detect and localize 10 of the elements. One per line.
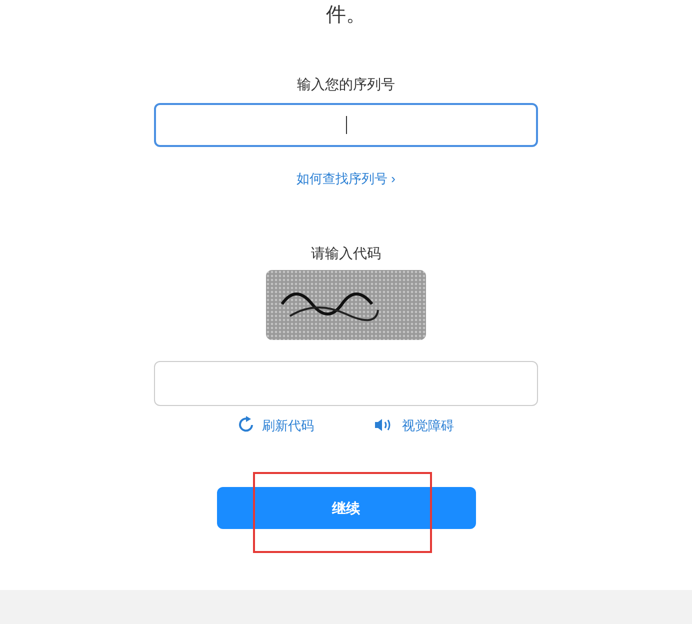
serial-input-field[interactable] <box>154 103 538 147</box>
code-label: 请输入代码 <box>311 244 381 262</box>
code-input-field[interactable] <box>154 360 538 406</box>
continue-button[interactable]: 继续 <box>216 487 476 529</box>
audio-code-link[interactable]: 视觉障碍 <box>402 416 454 435</box>
find-serial-link[interactable]: 如何查找序列号 › <box>296 169 396 188</box>
intro-text: 件。 <box>326 3 366 28</box>
serial-label: 输入您的序列号 <box>297 75 395 94</box>
refresh-icon <box>238 416 254 434</box>
refresh-code-link[interactable]: 刷新代码 <box>262 416 314 435</box>
